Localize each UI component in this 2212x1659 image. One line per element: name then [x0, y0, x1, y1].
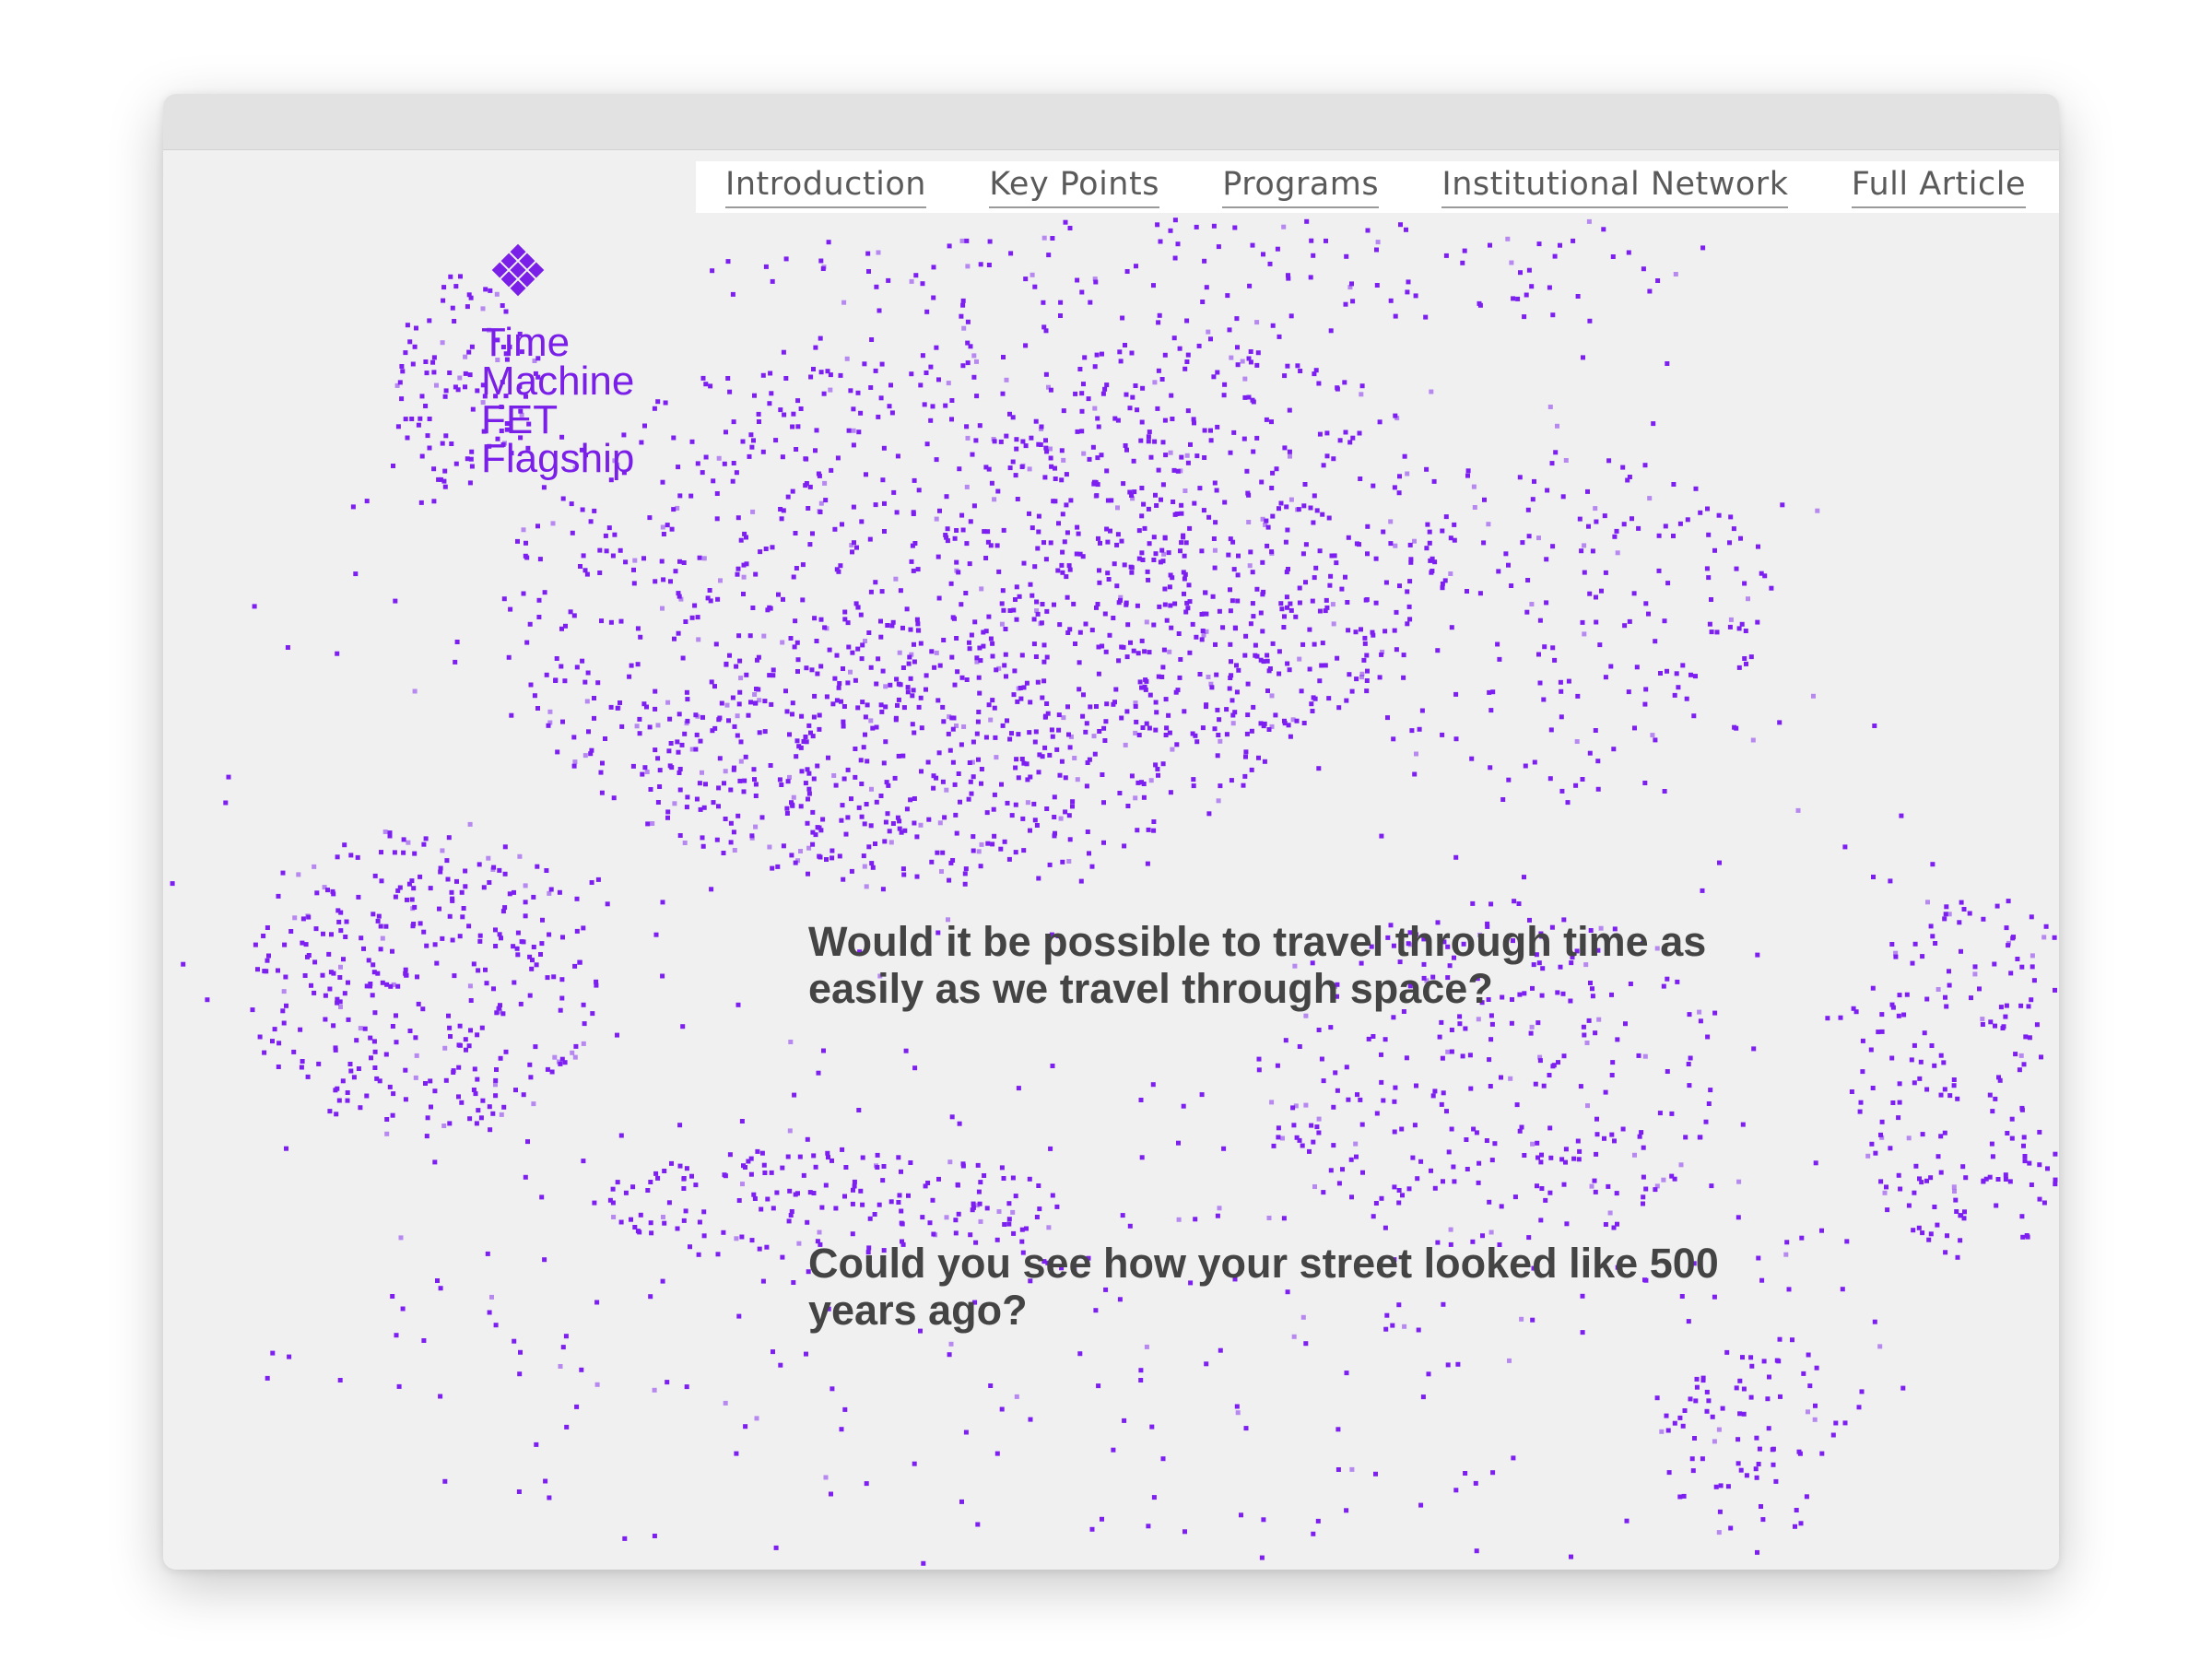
nav-key-points[interactable]: Key Points	[989, 166, 1159, 208]
question-time-travel: Would it be possible to travel through t…	[808, 918, 1707, 1012]
question-street-history: Could you see how your street looked lik…	[808, 1240, 1719, 1334]
page-viewport[interactable]: Time Machine FET Flagship Introduction K…	[163, 150, 2059, 1570]
top-navigation: Introduction Key Points Programs Institu…	[696, 161, 2059, 213]
brand-line: Machine	[481, 359, 635, 404]
nav-full-article[interactable]: Full Article	[1851, 166, 2026, 208]
window-titlebar	[163, 94, 2059, 150]
brand-line: Time	[481, 320, 571, 365]
nav-institutional-network[interactable]: Institutional Network	[1441, 166, 1789, 208]
brand-title[interactable]: Time Machine FET Flagship	[481, 320, 721, 481]
diamond-grid-logo-icon	[491, 243, 545, 297]
browser-window: Time Machine FET Flagship Introduction K…	[163, 94, 2059, 1570]
europe-dot-map	[170, 218, 2058, 1566]
brand-line: Flagship	[481, 436, 635, 481]
nav-programs[interactable]: Programs	[1222, 166, 1380, 208]
nav-introduction[interactable]: Introduction	[725, 166, 926, 208]
brand-line: FET	[481, 397, 559, 442]
